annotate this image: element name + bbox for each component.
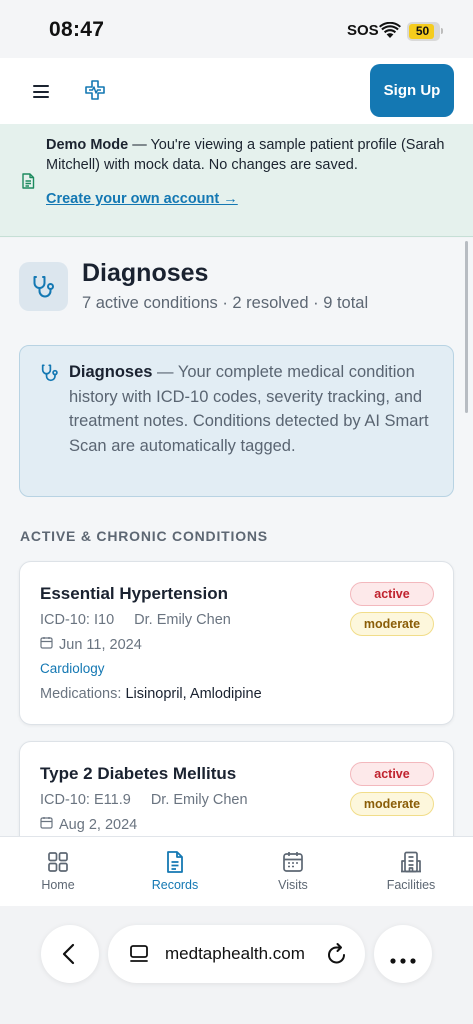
wifi-icon (379, 21, 401, 44)
hamburger-menu-icon[interactable] (33, 85, 49, 98)
tab-icon[interactable] (129, 944, 149, 969)
stethoscope-icon (19, 262, 68, 311)
nav-label: Home (41, 878, 75, 892)
nav-facilities[interactable]: Facilities (356, 837, 466, 907)
app-header: Sign Up (0, 58, 473, 124)
section-heading: ACTIVE & CHRONIC CONDITIONS (20, 528, 268, 544)
calendar-icon (281, 850, 305, 879)
nav-label: Facilities (386, 878, 436, 892)
create-account-link[interactable]: Create your own account → (46, 191, 238, 207)
grid-icon (46, 850, 70, 879)
icd-code: ICD-10: E11.9 (40, 792, 131, 808)
icd-code: ICD-10: I10 (40, 612, 115, 628)
department-link[interactable]: Cardiology (40, 661, 105, 676)
diagnosis-date: Aug 2, 2024 (59, 816, 138, 833)
logo-icon[interactable] (84, 79, 106, 106)
nav-label: Visits (278, 878, 308, 892)
stethoscope-icon (40, 363, 60, 388)
more-icon (390, 951, 416, 969)
condition-name: Essential Hypertension (40, 584, 229, 603)
doctor-name: Dr. Emily Chen (150, 792, 248, 808)
main-content[interactable]: Diagnoses 7 active conditions · 2 resolv… (0, 238, 473, 836)
condition-meta: ICD-10: E11.9 Dr. Emily Chen (40, 792, 248, 808)
browser-url: medtaphealth.com (165, 944, 305, 963)
condition-date: Jun 11, 2024 (40, 636, 142, 653)
browser-address-bar[interactable]: medtaphealth.com (108, 925, 365, 983)
demo-mode-banner: Demo Mode — You're viewing a sample pati… (0, 124, 473, 237)
condition-card[interactable]: Essential Hypertension ICD-10: I10 Dr. Em… (19, 561, 454, 725)
calendar-icon (40, 636, 53, 653)
scrollbar[interactable] (465, 241, 468, 413)
building-icon (399, 850, 423, 879)
document-icon (163, 850, 187, 879)
medications-list: Lisinopril, Amlodipine (125, 686, 262, 702)
chevron-left-icon (60, 942, 78, 971)
bottom-nav: Home Records Visits Facilities (0, 836, 473, 906)
reload-icon[interactable] (326, 942, 348, 971)
sign-up-button[interactable]: Sign Up (370, 64, 454, 117)
condition-meta: ICD-10: I10 Dr. Emily Chen (40, 612, 231, 628)
demo-mode-message: Demo Mode — You're viewing a sample pati… (46, 135, 458, 175)
status-sos: SOS (347, 22, 379, 39)
page-subtitle: 7 active conditions · 2 resolved · 9 tot… (82, 294, 369, 312)
browser-back-button[interactable] (41, 925, 99, 983)
status-badge: active (350, 762, 434, 786)
status-badge: active (350, 582, 434, 606)
status-bar: 08:47 SOS 50 (0, 0, 473, 58)
battery-level: 50 (415, 24, 430, 38)
medications-label: Medications: (40, 686, 126, 702)
demo-mode-title: Demo Mode (46, 137, 129, 153)
info-callout: Diagnoses — Your complete medical condit… (19, 345, 454, 497)
calendar-icon (40, 816, 53, 833)
doctor-name: Dr. Emily Chen (134, 612, 231, 628)
browser-more-button[interactable] (374, 925, 432, 983)
nav-visits[interactable]: Visits (238, 837, 348, 907)
condition-name: Type 2 Diabetes Mellitus (40, 764, 237, 783)
info-title: Diagnoses (69, 363, 153, 381)
nav-records[interactable]: Records (120, 837, 230, 907)
diagnosis-date: Jun 11, 2024 (59, 636, 142, 653)
info-text: Diagnoses — Your complete medical condit… (69, 360, 439, 458)
severity-badge: moderate (350, 792, 434, 816)
document-icon (21, 173, 35, 194)
severity-badge: moderate (350, 612, 434, 636)
status-time: 08:47 (49, 18, 105, 41)
medications: Medications: Lisinopril, Amlodipine (40, 686, 262, 702)
browser-toolbar: medtaphealth.com (0, 906, 473, 1024)
nav-home[interactable]: Home (3, 837, 113, 907)
condition-date: Aug 2, 2024 (40, 816, 137, 833)
condition-card[interactable]: Type 2 Diabetes Mellitus ICD-10: E11.9 Dr… (19, 741, 454, 836)
nav-label: Records (151, 878, 199, 892)
battery-icon: 50 (407, 22, 443, 41)
page-title: Diagnoses (82, 259, 209, 287)
